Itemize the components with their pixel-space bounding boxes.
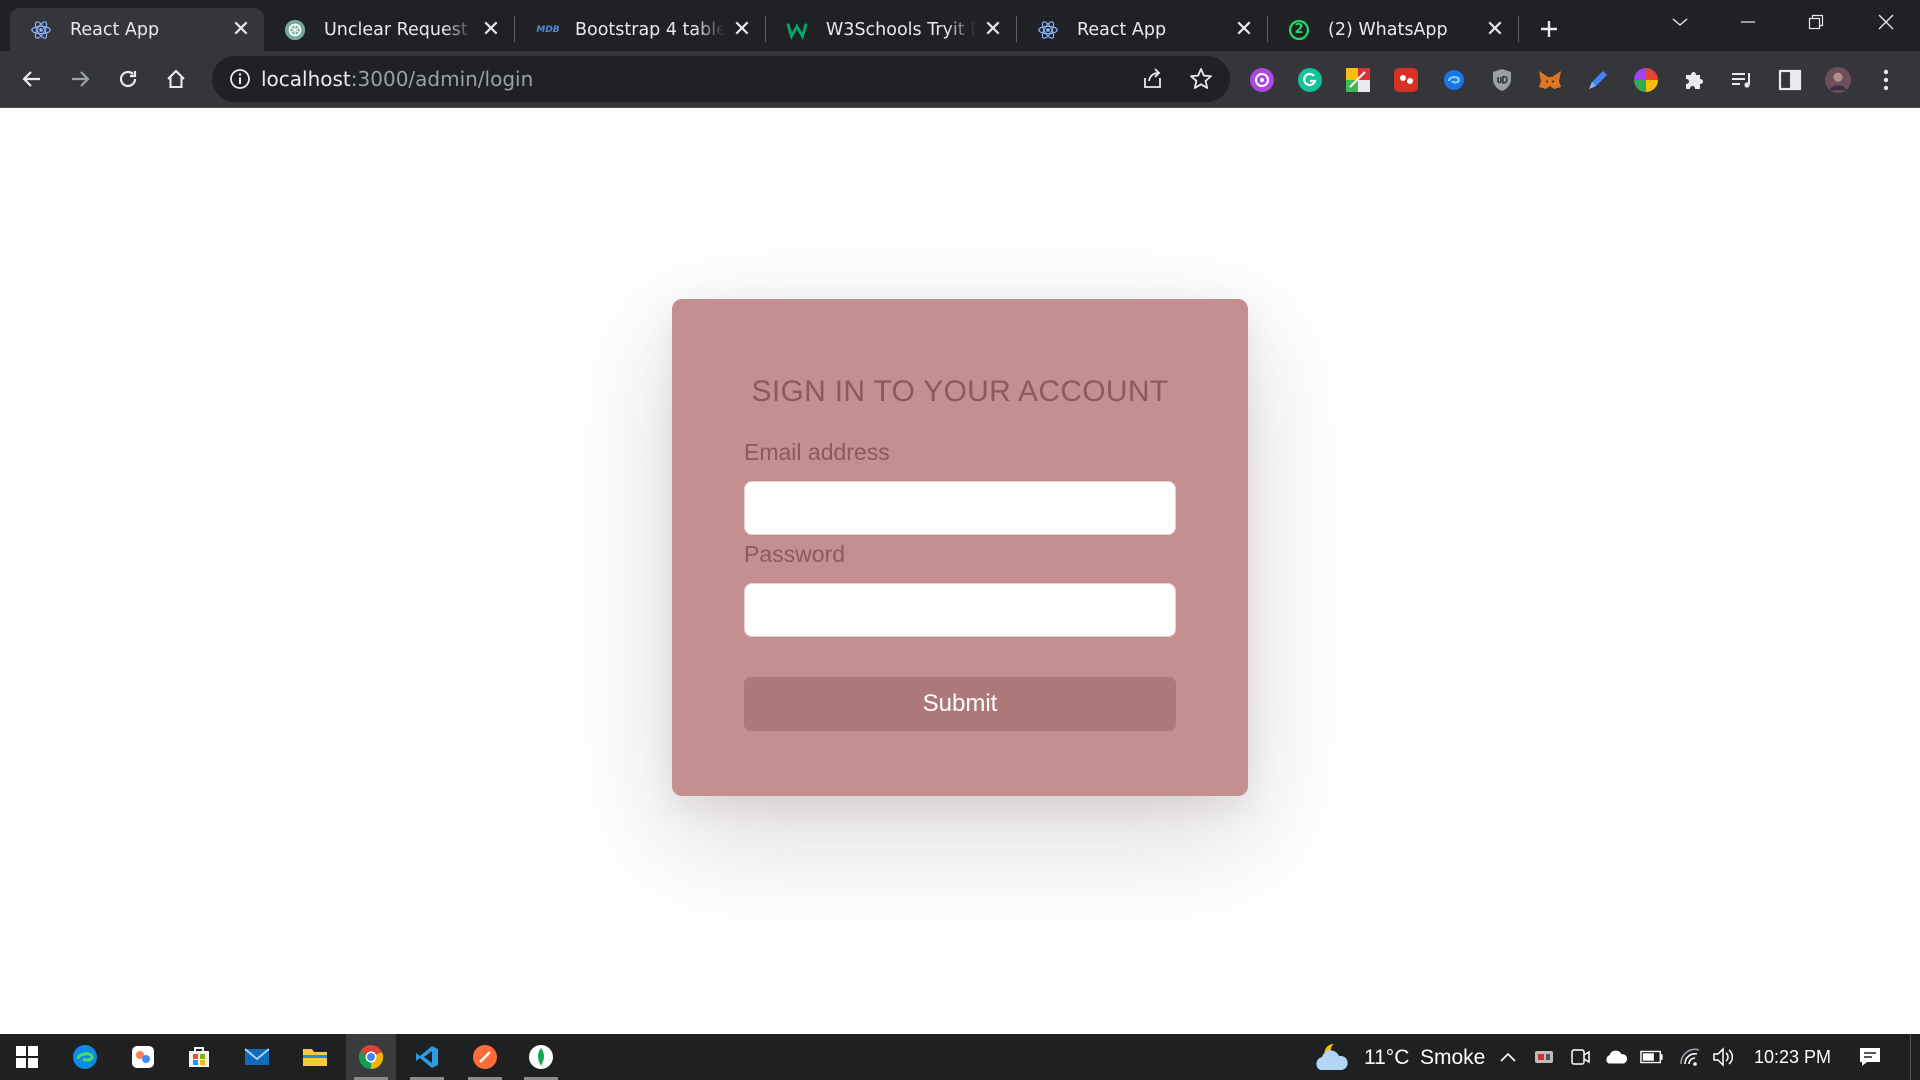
show-desktop-button[interactable] — [1910, 1034, 1920, 1080]
address-bar[interactable]: localhost:3000/admin/login — [212, 56, 1230, 102]
weather-temperature[interactable]: 11°C — [1364, 1046, 1409, 1070]
store-icon[interactable] — [174, 1034, 224, 1080]
tab-close-icon[interactable]: ✕ — [480, 18, 502, 41]
url-host: localhost — [261, 67, 351, 91]
weather-cloud-icon[interactable] — [1312, 1040, 1352, 1074]
chatgpt-icon — [284, 19, 306, 41]
meet-now-icon[interactable] — [1568, 1045, 1592, 1069]
bookmark-star-icon[interactable] — [1188, 66, 1214, 92]
profile-avatar[interactable] — [1825, 67, 1851, 93]
taskbar-clock[interactable]: 10:23 PM — [1754, 1047, 1831, 1068]
minimize-icon[interactable] — [1720, 0, 1776, 44]
tab-title: Unclear Request Fo — [324, 19, 474, 40]
tab-title: W3Schools Tryit Edi — [826, 19, 976, 40]
page-viewport: SIGN IN TO YOUR ACCOUNT Email address Pa… — [0, 108, 1920, 1034]
start-icon[interactable] — [2, 1034, 52, 1080]
tab-react-app-active[interactable]: React App ✕ — [10, 8, 264, 51]
onedrive-icon[interactable] — [1604, 1045, 1628, 1069]
password-label: Password — [744, 541, 845, 567]
tab-separator — [1518, 16, 1519, 42]
tab-close-icon[interactable]: ✕ — [230, 18, 252, 41]
battery-icon[interactable] — [1640, 1045, 1664, 1069]
volume-icon[interactable] — [1712, 1045, 1736, 1069]
file-explorer-icon[interactable] — [290, 1034, 340, 1080]
react-icon — [30, 19, 52, 41]
colorzilla-icon[interactable] — [1249, 67, 1275, 93]
forward-icon[interactable] — [62, 61, 98, 97]
mail-icon[interactable] — [232, 1034, 282, 1080]
mongodb-icon[interactable] — [516, 1034, 566, 1080]
tab-unclear-request[interactable]: Unclear Request Fo ✕ — [264, 8, 514, 51]
wifi-icon[interactable] — [1678, 1045, 1702, 1069]
windows-taskbar: 11°C Smoke 10:23 PM — [0, 1034, 1920, 1080]
red-ext-icon[interactable] — [1393, 67, 1419, 93]
tab-title: Bootstrap 4 table re — [575, 19, 725, 40]
photos-icon[interactable] — [118, 1034, 168, 1080]
tab-title: React App — [70, 19, 160, 40]
ublock-icon[interactable] — [1489, 67, 1515, 93]
tab-close-icon[interactable]: ✕ — [731, 18, 753, 41]
media-control-icon[interactable] — [1729, 67, 1755, 93]
tab-react-app[interactable]: React App ✕ — [1017, 8, 1267, 51]
w3schools-icon — [786, 19, 808, 41]
login-card: SIGN IN TO YOUR ACCOUNT Email address Pa… — [672, 299, 1248, 796]
chrome-icon[interactable] — [346, 1034, 396, 1080]
login-title: SIGN IN TO YOUR ACCOUNT — [751, 375, 1169, 408]
tab-title: (2) WhatsApp — [1328, 19, 1448, 40]
postman-icon[interactable] — [460, 1034, 510, 1080]
new-tab-icon[interactable] — [1532, 12, 1566, 46]
metamask-icon[interactable] — [1537, 67, 1563, 93]
password-field[interactable] — [744, 583, 1176, 637]
grammarly-icon[interactable] — [1297, 67, 1323, 93]
url-text: localhost:3000/admin/login — [261, 67, 533, 91]
back-icon[interactable] — [14, 61, 50, 97]
tab-close-icon[interactable]: ✕ — [982, 18, 1004, 41]
whatsapp-icon: 2 — [1288, 19, 1310, 41]
react-icon — [1037, 19, 1059, 41]
email-label: Email address — [744, 439, 890, 465]
side-panel-icon[interactable] — [1777, 67, 1803, 93]
edge-ext-icon[interactable] — [1441, 67, 1467, 93]
home-icon[interactable] — [158, 61, 194, 97]
weather-description[interactable]: Smoke — [1420, 1046, 1485, 1070]
site-info-icon[interactable] — [228, 67, 252, 91]
notifications-icon[interactable] — [1858, 1045, 1882, 1069]
tab-close-icon[interactable]: ✕ — [1233, 18, 1255, 41]
more-menu-icon[interactable] — [1873, 67, 1899, 93]
tab-title: React App — [1077, 19, 1167, 40]
restore-icon[interactable] — [1788, 0, 1844, 44]
puzzle-icon[interactable] — [1681, 67, 1707, 93]
reload-icon[interactable] — [110, 61, 146, 97]
close-window-icon[interactable] — [1858, 0, 1914, 44]
color-wheel-icon[interactable] — [1633, 67, 1659, 93]
url-path: :3000/admin/login — [350, 67, 534, 91]
browser-toolbar: localhost:3000/admin/login — [0, 51, 1920, 108]
submit-button[interactable]: Submit — [744, 677, 1176, 731]
tab-w3schools[interactable]: W3Schools Tryit Edi ✕ — [766, 8, 1016, 51]
vscode-icon[interactable] — [402, 1034, 452, 1080]
tab-bootstrap-table[interactable]: MDB Bootstrap 4 table re ✕ — [515, 8, 765, 51]
share-icon[interactable] — [1140, 66, 1166, 92]
edge-icon[interactable] — [60, 1034, 110, 1080]
mdb-icon: MDB — [535, 19, 561, 41]
whatsapp-badge: 2 — [1294, 22, 1304, 37]
gpu-tray-icon[interactable] — [1532, 1045, 1556, 1069]
email-field[interactable] — [744, 481, 1176, 535]
browser-tab-strip: React App ✕ Unclear Request Fo ✕ MDB Boo… — [0, 0, 1920, 51]
mdb-label: MDB — [536, 24, 560, 35]
multi-color-ext-icon[interactable] — [1345, 67, 1371, 93]
show-hidden-icons-icon[interactable] — [1496, 1045, 1520, 1069]
pen-ext-icon[interactable] — [1585, 67, 1611, 93]
tab-whatsapp[interactable]: 2 (2) WhatsApp ✕ — [1268, 8, 1518, 51]
tab-search-icon[interactable] — [1652, 0, 1708, 44]
tab-close-icon[interactable]: ✕ — [1484, 18, 1506, 41]
